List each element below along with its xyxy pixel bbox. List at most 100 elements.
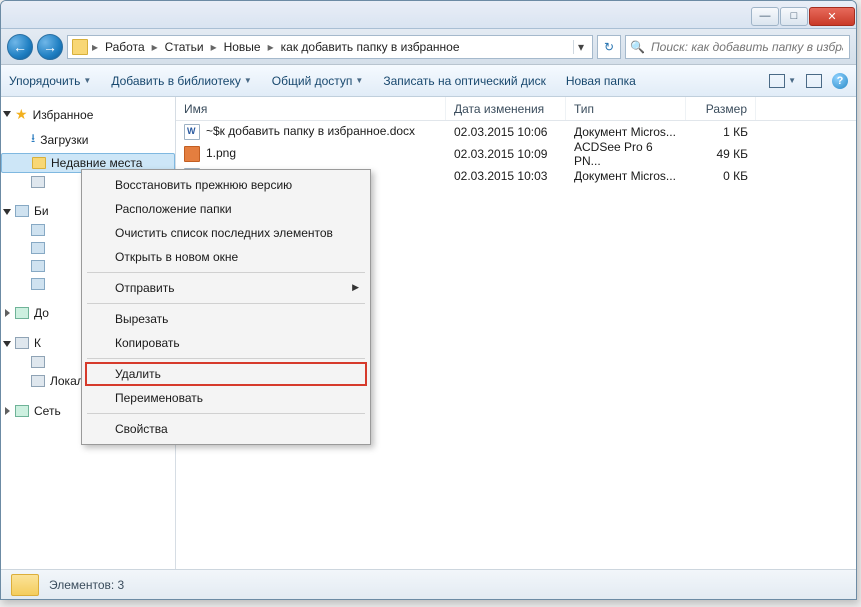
toolbar-label: Упорядочить [9, 74, 80, 88]
file-name-cell: ~$к добавить папку в избранное.docx [176, 124, 446, 140]
expand-icon[interactable] [3, 109, 12, 118]
view-options-button[interactable]: ▼ [769, 74, 796, 88]
help-icon[interactable]: ? [832, 73, 848, 89]
picture-icon [31, 260, 45, 272]
network-icon [15, 405, 29, 417]
expand-icon[interactable] [3, 309, 12, 318]
search-icon: 🔍 [630, 40, 645, 54]
file-date-cell: 02.03.2015 10:09 [446, 147, 566, 161]
ctx-copy[interactable]: Копировать [85, 331, 367, 355]
ctx-restore-previous[interactable]: Восстановить прежнюю версию [85, 173, 367, 197]
file-size-cell: 0 КБ [686, 169, 756, 183]
search-box[interactable]: 🔍 [625, 35, 850, 59]
address-bar-row: ← → ▸ Работа ▸ Статьи ▸ Новые ▸ как доба… [1, 29, 856, 65]
ctx-folder-location[interactable]: Расположение папки [85, 197, 367, 221]
star-icon: ★ [15, 106, 28, 123]
chevron-down-icon: ▼ [355, 76, 363, 85]
expand-icon[interactable] [3, 339, 12, 348]
chevron-down-icon: ▼ [244, 76, 252, 85]
file-icon [184, 146, 200, 162]
toolbar-label: Общий доступ [272, 74, 353, 88]
forward-button[interactable]: → [37, 34, 63, 60]
refresh-button[interactable]: ↻ [597, 35, 621, 59]
breadcrumb-item[interactable]: как добавить папку в избранное [278, 40, 463, 54]
drive-icon [31, 356, 45, 368]
sidebar-label: Би [34, 204, 49, 218]
sidebar-label: Сеть [34, 404, 61, 418]
folder-icon [72, 39, 88, 55]
column-type[interactable]: Тип [566, 97, 686, 120]
ctx-open-new-window[interactable]: Открыть в новом окне [85, 245, 367, 269]
breadcrumb[interactable]: ▸ Работа ▸ Статьи ▸ Новые ▸ как добавить… [67, 35, 593, 59]
file-type-cell: Документ Micros... [566, 125, 686, 139]
chevron-down-icon: ▼ [788, 76, 796, 85]
drive-icon [31, 375, 45, 387]
column-date[interactable]: Дата изменения [446, 97, 566, 120]
column-size[interactable]: Размер [686, 97, 756, 120]
breadcrumb-item[interactable]: Работа [102, 40, 148, 54]
new-folder-button[interactable]: Новая папка [566, 74, 636, 88]
sidebar-label: К [34, 336, 41, 350]
status-bar: Элементов: 3 [1, 569, 856, 599]
separator [87, 272, 365, 273]
share-menu[interactable]: Общий доступ ▼ [272, 74, 364, 88]
status-text: Элементов: 3 [49, 578, 124, 592]
breadcrumb-item[interactable]: Новые [221, 40, 264, 54]
document-icon [31, 242, 45, 254]
expand-icon[interactable] [3, 407, 12, 416]
file-type-cell: Документ Micros... [566, 169, 686, 183]
file-row[interactable]: 1.png02.03.2015 10:09ACDSee Pro 6 PN...4… [176, 143, 856, 165]
view-icon [769, 74, 785, 88]
library-icon [15, 205, 29, 217]
chevron-right-icon: ▸ [90, 40, 100, 54]
ctx-cut[interactable]: Вырезать [85, 307, 367, 331]
folder-icon [11, 574, 39, 596]
file-icon [184, 124, 200, 140]
chevron-right-icon: ▸ [150, 40, 160, 54]
chevron-right-icon: ▸ [209, 40, 219, 54]
file-date-cell: 02.03.2015 10:03 [446, 169, 566, 183]
music-icon [31, 278, 45, 290]
breadcrumb-item[interactable]: Статьи [162, 40, 207, 54]
chevron-right-icon: ▸ [266, 40, 276, 54]
minimize-button[interactable]: — [751, 7, 779, 26]
computer-icon [15, 337, 29, 349]
homegroup-icon [15, 307, 29, 319]
ctx-delete[interactable]: Удалить [85, 362, 367, 386]
breadcrumb-dropdown[interactable]: ▾ [573, 40, 588, 54]
back-button[interactable]: ← [7, 34, 33, 60]
file-type-cell: ACDSee Pro 6 PN... [566, 140, 686, 168]
file-name-cell: 1.png [176, 146, 446, 162]
toolbar: Упорядочить ▼ Добавить в библиотеку ▼ Об… [1, 65, 856, 97]
sidebar-label: До [34, 306, 49, 320]
separator [87, 303, 365, 304]
toolbar-label: Новая папка [566, 74, 636, 88]
organize-menu[interactable]: Упорядочить ▼ [9, 74, 91, 88]
burn-button[interactable]: Записать на оптический диск [383, 74, 546, 88]
ctx-rename[interactable]: Переименовать [85, 386, 367, 410]
sidebar-favorites[interactable]: ★ Избранное [1, 103, 175, 126]
close-button[interactable]: ✕ [809, 7, 855, 26]
ctx-send-to[interactable]: Отправить [85, 276, 367, 300]
ctx-clear-recent[interactable]: Очистить список последних элементов [85, 221, 367, 245]
video-icon [31, 224, 45, 236]
ctx-properties[interactable]: Свойства [85, 417, 367, 441]
titlebar: — □ ✕ [1, 1, 856, 29]
sidebar-label: Загрузки [40, 133, 88, 147]
separator [87, 413, 365, 414]
file-size-cell: 49 КБ [686, 147, 756, 161]
sidebar-label: Недавние места [51, 156, 142, 170]
preview-pane-button[interactable] [806, 74, 822, 88]
maximize-button[interactable]: □ [780, 7, 808, 26]
add-to-library-menu[interactable]: Добавить в библиотеку ▼ [111, 74, 251, 88]
context-menu: Восстановить прежнюю версию Расположение… [81, 169, 371, 445]
file-row[interactable]: ~$к добавить папку в избранное.docx02.03… [176, 121, 856, 143]
toolbar-label: Добавить в библиотеку [111, 74, 241, 88]
column-headers: Имя Дата изменения Тип Размер [176, 97, 856, 121]
sidebar-label: Избранное [33, 108, 94, 122]
sidebar-downloads[interactable]: ⭳ Загрузки [1, 126, 175, 153]
search-input[interactable] [649, 39, 845, 55]
file-date-cell: 02.03.2015 10:06 [446, 125, 566, 139]
column-name[interactable]: Имя [176, 97, 446, 120]
expand-icon[interactable] [3, 207, 12, 216]
